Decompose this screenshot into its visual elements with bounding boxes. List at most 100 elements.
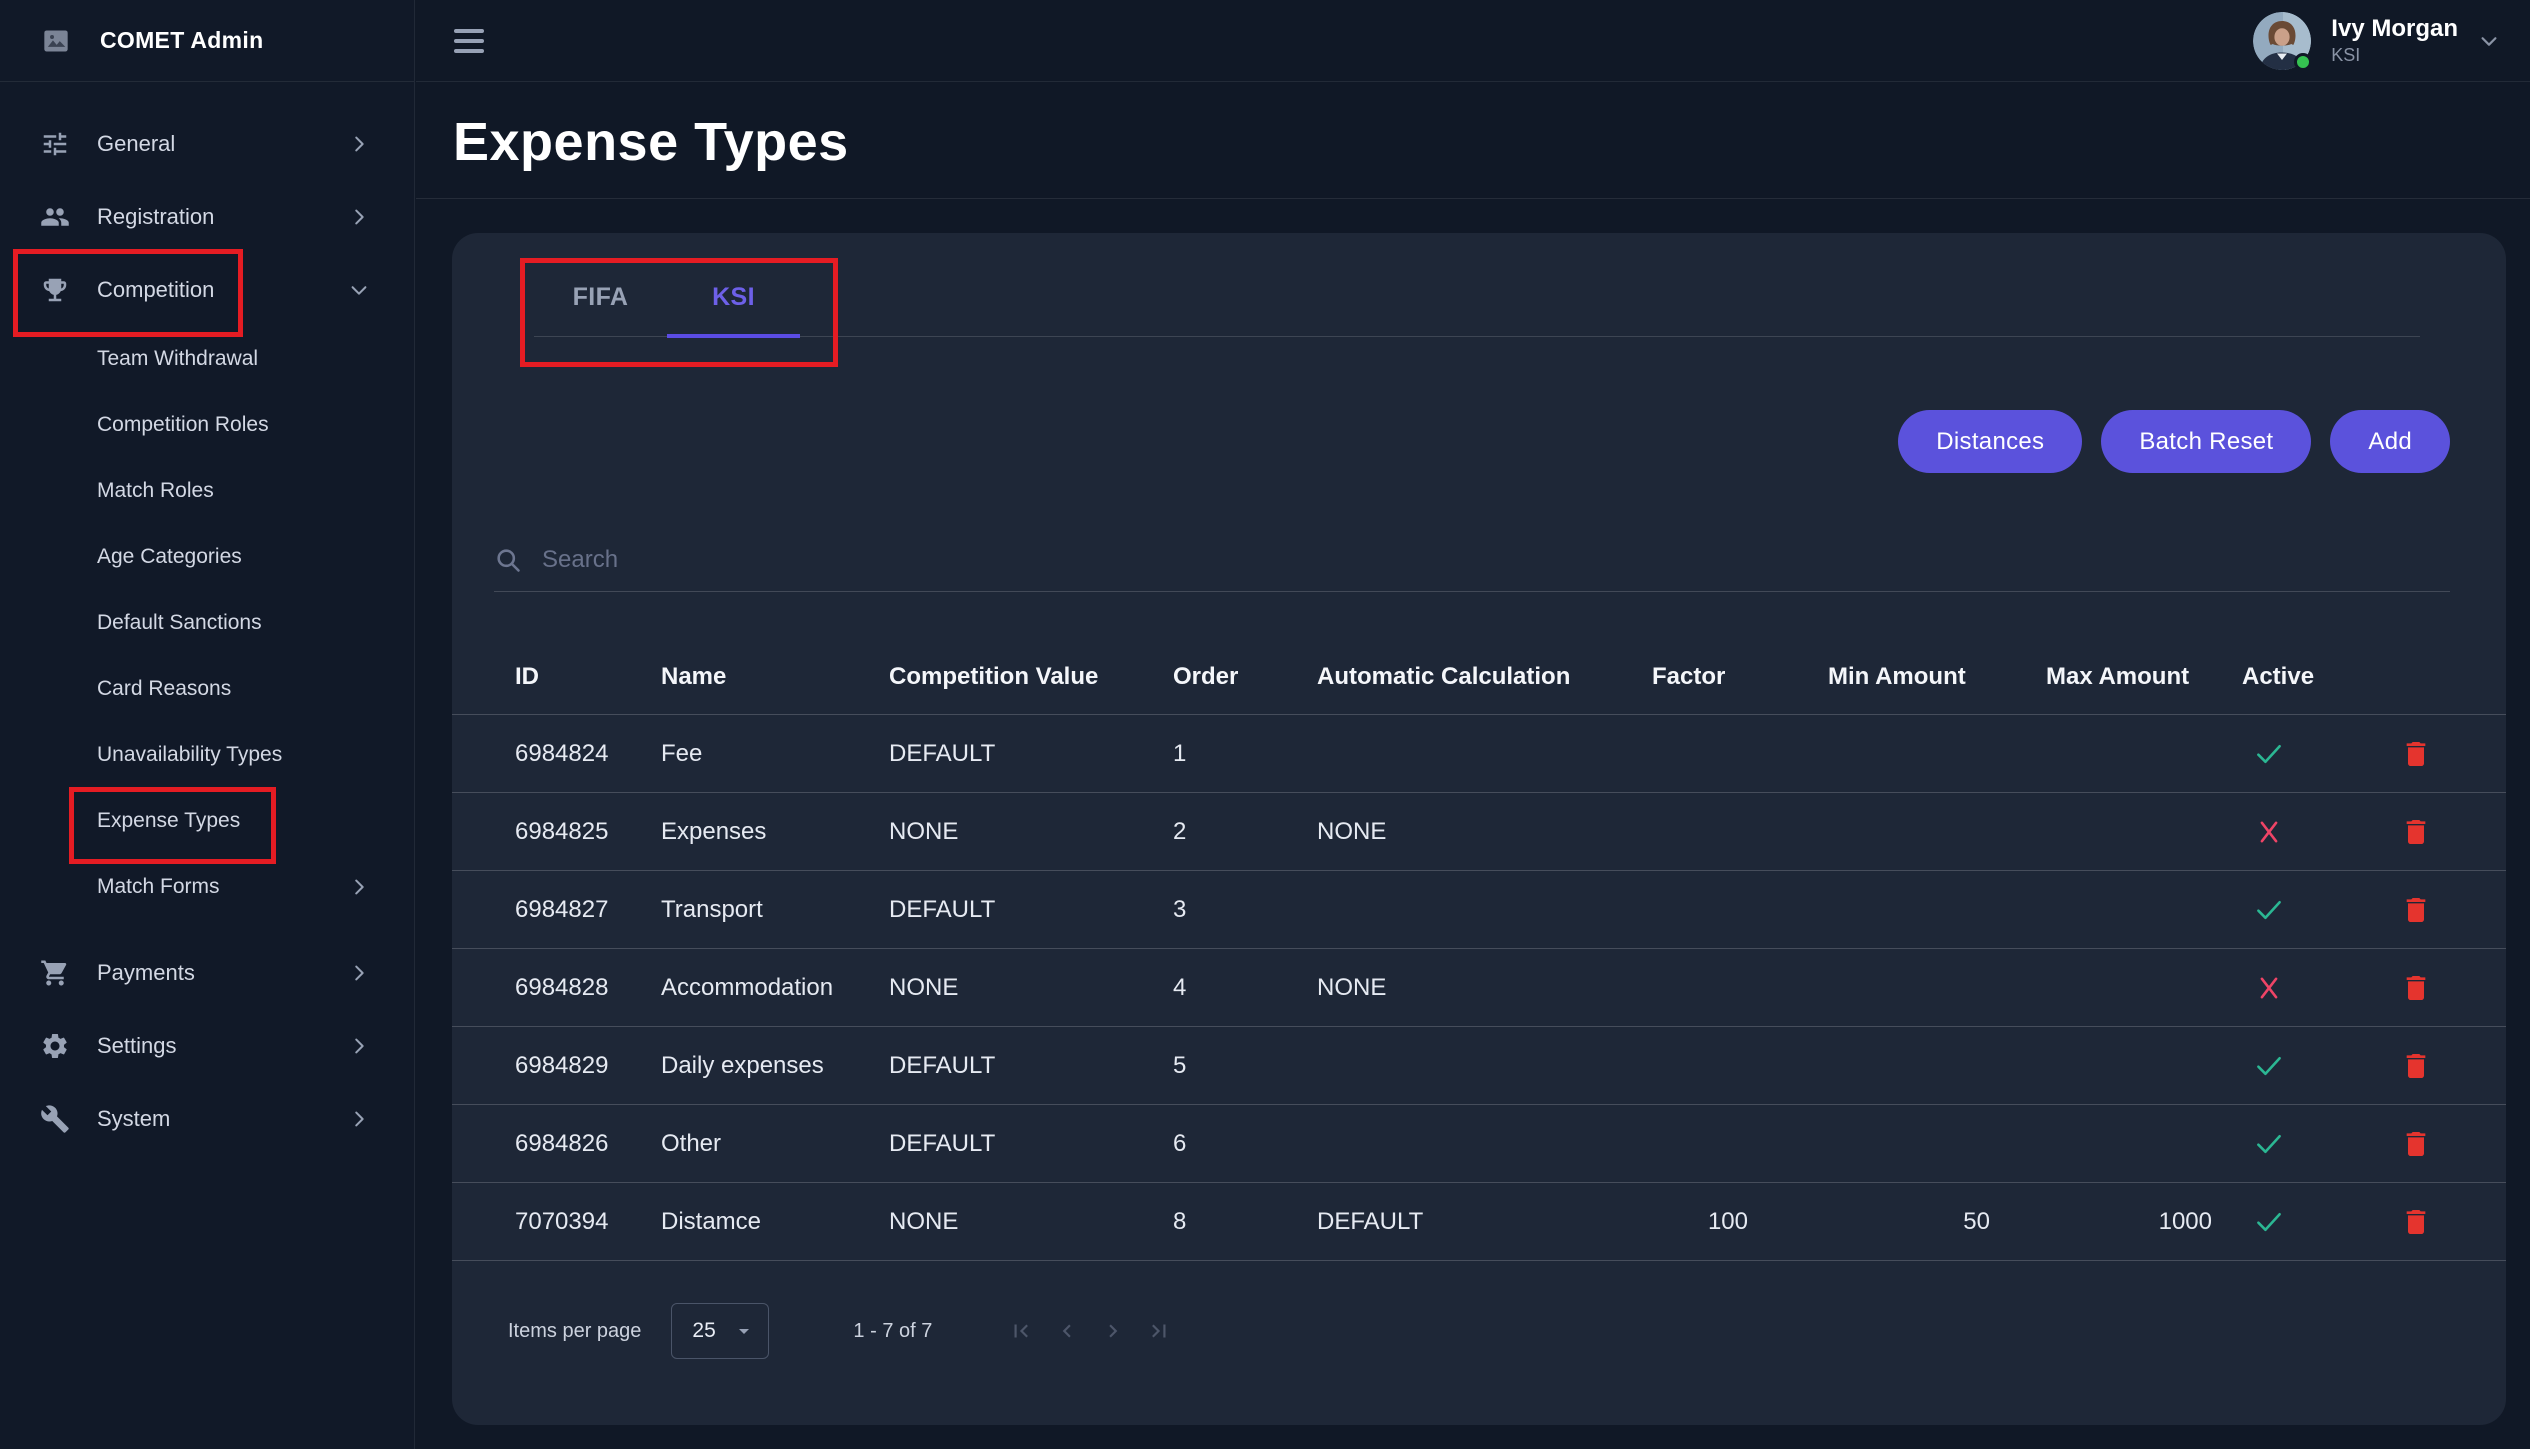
first-page-icon[interactable] bbox=[1008, 1318, 1034, 1344]
delete-trash-icon[interactable] bbox=[2400, 1205, 2432, 1239]
delete-trash-icon[interactable] bbox=[2400, 971, 2432, 1005]
cell-id: 6984826 bbox=[515, 1130, 661, 1158]
cell-name: Daily expenses bbox=[661, 1052, 889, 1080]
cell-factor: 100 bbox=[1708, 1208, 1828, 1236]
online-status-dot bbox=[2294, 53, 2312, 71]
sidebar-item-label: Team Withdrawal bbox=[97, 347, 258, 371]
cell-id: 6984829 bbox=[515, 1052, 661, 1080]
table-header-row: IDNameCompetition ValueOrderAutomatic Ca… bbox=[452, 640, 2506, 715]
page-size-select[interactable]: 25 bbox=[671, 1303, 769, 1359]
cell-autocalc: NONE bbox=[1317, 974, 1652, 1002]
chevron-right-icon bbox=[348, 876, 370, 898]
paginator: Items per page 25 1 - 7 of 7 bbox=[508, 1303, 2506, 1359]
sidebar-item-label: Competition Roles bbox=[97, 413, 269, 437]
gear-icon bbox=[40, 1031, 70, 1061]
tab-ksi[interactable]: KSI bbox=[667, 258, 800, 336]
column-header-competition-value: Competition Value bbox=[889, 663, 1173, 691]
cell-autocalc: NONE bbox=[1317, 818, 1652, 846]
sidebar-item-label: Default Sanctions bbox=[97, 611, 262, 635]
cell-id: 6984825 bbox=[515, 818, 661, 846]
sidebar-item-expense-types[interactable]: Expense Types bbox=[0, 788, 414, 854]
delete-trash-icon[interactable] bbox=[2400, 1049, 2432, 1083]
delete-trash-icon[interactable] bbox=[2400, 1127, 2432, 1161]
page-range-label: 1 - 7 of 7 bbox=[853, 1320, 932, 1343]
sidebar-item-payments[interactable]: Payments bbox=[0, 936, 414, 1009]
cell-compval: DEFAULT bbox=[889, 1130, 1173, 1158]
title-divider bbox=[416, 198, 2530, 199]
search-input[interactable] bbox=[540, 545, 1940, 575]
next-page-icon[interactable] bbox=[1100, 1318, 1126, 1344]
chevron-right-icon bbox=[348, 1108, 370, 1130]
cell-id: 6984824 bbox=[515, 740, 661, 768]
sidebar-item-team-withdrawal[interactable]: Team Withdrawal bbox=[0, 326, 414, 392]
cell-id: 6984828 bbox=[515, 974, 661, 1002]
column-header-min-amount: Min Amount bbox=[1828, 663, 2046, 691]
sidebar-item-age-categories[interactable]: Age Categories bbox=[0, 524, 414, 590]
table-row: 6984825ExpensesNONE2NONE bbox=[452, 793, 2506, 871]
active-tab-indicator bbox=[667, 334, 800, 338]
sidebar-item-match-forms[interactable]: Match Forms bbox=[0, 854, 414, 920]
cell-compval: NONE bbox=[889, 818, 1173, 846]
sidebar-item-label: Unavailability Types bbox=[97, 743, 282, 767]
cell-order: 2 bbox=[1173, 818, 1317, 846]
trophy-icon bbox=[40, 275, 70, 305]
batch-reset-button[interactable]: Batch Reset bbox=[2101, 410, 2311, 473]
cell-order: 6 bbox=[1173, 1130, 1317, 1158]
sidebar-item-match-roles[interactable]: Match Roles bbox=[0, 458, 414, 524]
sidebar-item-settings[interactable]: Settings bbox=[0, 1009, 414, 1082]
previous-page-icon[interactable] bbox=[1054, 1318, 1080, 1344]
inactive-x-icon bbox=[2252, 815, 2286, 849]
expense-types-table: IDNameCompetition ValueOrderAutomatic Ca… bbox=[452, 640, 2506, 1261]
cell-compval: DEFAULT bbox=[889, 1052, 1173, 1080]
cell-name: Fee bbox=[661, 740, 889, 768]
last-page-icon[interactable] bbox=[1146, 1318, 1172, 1344]
chevron-down-icon bbox=[348, 279, 370, 301]
sidebar-item-default-sanctions[interactable]: Default Sanctions bbox=[0, 590, 414, 656]
cell-id: 7070394 bbox=[515, 1208, 661, 1236]
add-button[interactable]: Add bbox=[2330, 410, 2450, 473]
cell-name: Transport bbox=[661, 896, 889, 924]
distances-button[interactable]: Distances bbox=[1898, 410, 2082, 473]
main-content: Expense Types FIFA KSI Distances Batch R… bbox=[416, 82, 2530, 1449]
cell-name: Expenses bbox=[661, 818, 889, 846]
delete-trash-icon[interactable] bbox=[2400, 893, 2432, 927]
sidebar-item-label: Age Categories bbox=[97, 545, 242, 569]
hamburger-menu-icon[interactable] bbox=[454, 29, 484, 53]
sidebar-item-general[interactable]: General bbox=[0, 107, 414, 180]
cell-order: 5 bbox=[1173, 1052, 1317, 1080]
user-menu[interactable]: Ivy Morgan KSI bbox=[2253, 12, 2500, 70]
cell-max: 1000 bbox=[2159, 1208, 2242, 1236]
cell-compval: NONE bbox=[889, 974, 1173, 1002]
sidebar-item-label: General bbox=[97, 131, 175, 157]
sidebar-item-unavailability-types[interactable]: Unavailability Types bbox=[0, 722, 414, 788]
app-logo-image-icon bbox=[40, 27, 72, 55]
sidebar-item-system[interactable]: System bbox=[0, 1082, 414, 1155]
action-buttons: Distances Batch Reset Add bbox=[452, 410, 2450, 473]
sidebar-item-competition-roles[interactable]: Competition Roles bbox=[0, 392, 414, 458]
search-field bbox=[494, 545, 2450, 592]
sidebar-item-label: System bbox=[97, 1106, 170, 1132]
page-size-value: 25 bbox=[692, 1319, 715, 1343]
delete-trash-icon[interactable] bbox=[2400, 815, 2432, 849]
user-name: Ivy Morgan bbox=[2331, 15, 2458, 43]
sidebar-item-label: Expense Types bbox=[97, 809, 240, 833]
sidebar-item-label: Card Reasons bbox=[97, 677, 231, 701]
chevron-right-icon bbox=[348, 133, 370, 155]
cell-order: 3 bbox=[1173, 896, 1317, 924]
tab-fifa[interactable]: FIFA bbox=[534, 258, 667, 336]
active-check-icon bbox=[2252, 1205, 2286, 1239]
sidebar-item-card-reasons[interactable]: Card Reasons bbox=[0, 656, 414, 722]
table-body: 6984824FeeDEFAULT16984825ExpensesNONE2NO… bbox=[452, 715, 2506, 1261]
sidebar-item-label: Settings bbox=[97, 1033, 177, 1059]
column-header-max-amount: Max Amount bbox=[2046, 663, 2242, 691]
cell-order: 8 bbox=[1173, 1208, 1317, 1236]
active-check-icon bbox=[2252, 737, 2286, 771]
cell-autocalc: DEFAULT bbox=[1317, 1208, 1652, 1236]
sidebar-item-label: Competition bbox=[97, 277, 214, 303]
sidebar-item-competition[interactable]: Competition bbox=[0, 253, 414, 326]
sidebar-item-registration[interactable]: Registration bbox=[0, 180, 414, 253]
page-title: Expense Types bbox=[453, 112, 2530, 172]
inactive-x-icon bbox=[2252, 971, 2286, 1005]
delete-trash-icon[interactable] bbox=[2400, 737, 2432, 771]
chevron-down-icon bbox=[2478, 30, 2500, 52]
